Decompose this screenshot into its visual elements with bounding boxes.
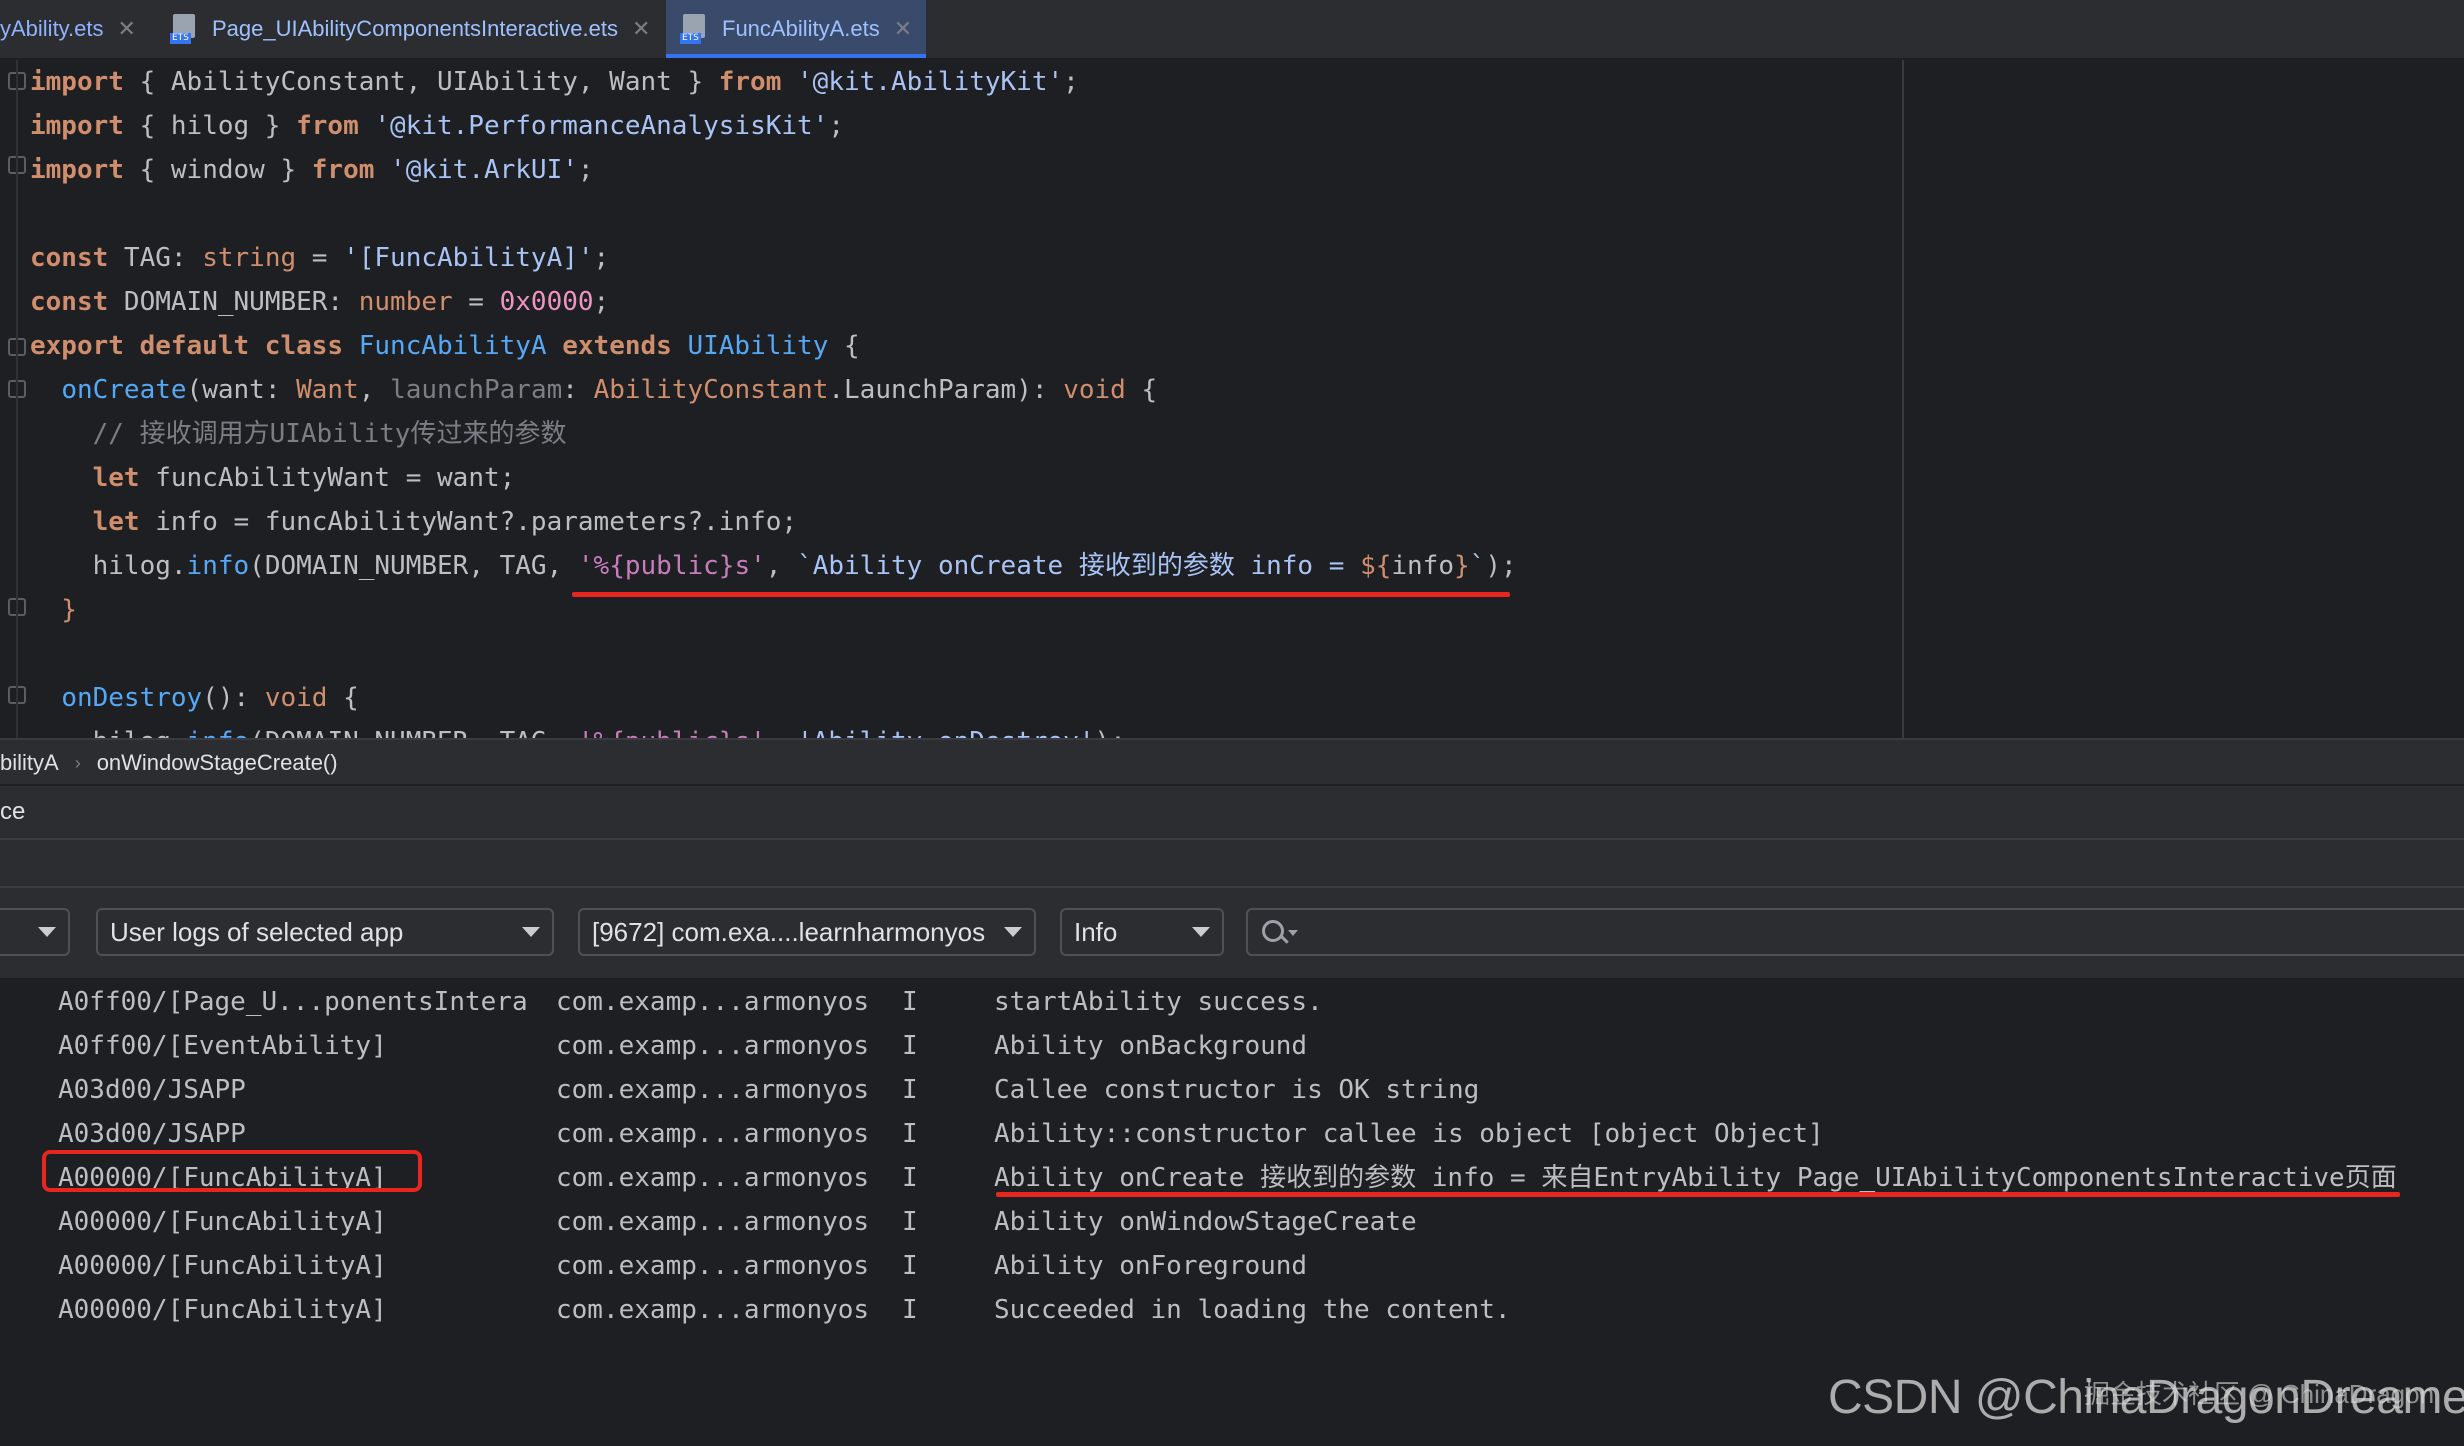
log-search-input[interactable] <box>1246 908 2464 956</box>
log-message: Ability::constructor callee is object [o… <box>994 1119 1824 1149</box>
close-icon[interactable]: ✕ <box>118 16 136 42</box>
editor-tab-bar: yAbility.ets ✕ ETS Page_UIAbilityCompone… <box>0 0 2464 60</box>
search-icon[interactable] <box>1262 920 1284 942</box>
code-line-5: const TAG: string = '[FuncAbilityA]'; <box>30 243 610 273</box>
gutter-divider <box>16 60 18 738</box>
chevron-down-icon <box>1192 927 1210 937</box>
chevron-down-icon <box>522 927 540 937</box>
log-level: I <box>902 1031 918 1061</box>
code-line-11: let info = funcAbilityWant?.parameters?.… <box>92 507 798 537</box>
code-line-13: } <box>30 595 77 625</box>
close-icon[interactable]: ✕ <box>632 16 650 42</box>
device-dropdown[interactable] <box>0 908 70 956</box>
log-tag: A0ff00/[Page_U...ponentsIntera <box>58 987 528 1017</box>
ets-file-icon: ETS <box>170 14 198 44</box>
close-icon[interactable]: ✕ <box>894 16 912 42</box>
code-line-7: export default class FuncAbilityA extend… <box>30 331 860 361</box>
log-message: startAbility success. <box>994 987 1323 1017</box>
log-filter-bar: User logs of selected app [9672] com.exa… <box>0 886 2464 980</box>
log-package: com.examp...armonyos <box>556 1295 870 1325</box>
tab-yability[interactable]: yAbility.ets ✕ <box>0 0 150 58</box>
log-package: com.examp...armonyos <box>556 1119 870 1149</box>
breadcrumb: bilityA › onWindowStageCreate() <box>0 738 2464 786</box>
log-tag: A00000/[FuncAbilityA] <box>58 1295 387 1325</box>
chevron-right-icon: › <box>74 752 81 773</box>
log-message: Succeeded in loading the content. <box>994 1295 1511 1325</box>
red-box-annotation <box>42 1150 422 1192</box>
log-level: I <box>902 1075 918 1105</box>
log-message: Ability onWindowStageCreate <box>994 1207 1417 1237</box>
log-message: Ability onForeground <box>994 1251 1308 1281</box>
code-line-9: // 接收调用方UIAbility传过来的参数 <box>30 419 567 449</box>
log-package: com.examp...armonyos <box>556 1031 870 1061</box>
code-line-1: import { AbilityConstant, UIAbility, Wan… <box>30 67 1079 97</box>
panel-toolbar-strip <box>0 838 2464 888</box>
tab-label: FuncAbilityA.ets <box>722 16 880 41</box>
log-level: I <box>902 987 918 1017</box>
log-source-dropdown[interactable]: User logs of selected app <box>96 908 554 956</box>
log-message: Callee constructor is OK string <box>994 1075 1480 1105</box>
code-editor[interactable]: import { AbilityConstant, UIAbility, Wan… <box>0 60 2464 738</box>
code-line-10: let funcAbilityWant = want; <box>92 463 516 493</box>
panel-title: ce <box>0 798 26 825</box>
log-package: com.examp...armonyos <box>556 1207 870 1237</box>
chevron-down-icon <box>38 927 56 937</box>
tab-page-uiability[interactable]: ETS Page_UIAbilityComponentsInteractive.… <box>170 0 660 58</box>
breadcrumb-class[interactable]: bilityA <box>0 750 59 776</box>
search-history-caret-icon[interactable] <box>1288 930 1298 936</box>
tab-funcabilitya[interactable]: ETS FuncAbilityA.ets ✕ <box>666 0 926 58</box>
juejin-watermark: 掘金技术社区 @ ChinaDragon <box>2084 1379 2435 1409</box>
right-margin-guide <box>1902 60 1904 738</box>
log-level: I <box>902 1295 918 1325</box>
code-line-16: hilog.info(DOMAIN_NUMBER, TAG, '%{public… <box>30 720 1126 738</box>
log-source-value: User logs of selected app <box>110 916 404 947</box>
log-level: I <box>902 1251 918 1281</box>
log-tag: A00000/[FuncAbilityA] <box>58 1207 387 1237</box>
log-level-dropdown[interactable]: Info <box>1060 908 1224 956</box>
log-tag: A00000/[FuncAbilityA] <box>58 1251 387 1281</box>
log-level: I <box>902 1207 918 1237</box>
ets-file-icon: ETS <box>680 14 708 44</box>
breadcrumb-method[interactable]: onWindowStageCreate() <box>97 750 338 776</box>
process-dropdown[interactable]: [9672] com.exa....learnharmonyos <box>578 908 1036 956</box>
tab-label: yAbility.ets <box>0 16 104 41</box>
chevron-down-icon <box>1004 927 1022 937</box>
log-tag: A03d00/JSAPP <box>58 1075 246 1105</box>
log-level-value: Info <box>1074 916 1118 947</box>
code-line-3: import { window } from '@kit.ArkUI'; <box>30 155 594 185</box>
code-line-6: const DOMAIN_NUMBER: number = 0x0000; <box>30 287 610 317</box>
red-underline-annotation <box>572 592 1510 597</box>
panel-header: ce <box>0 784 2464 838</box>
process-value: [9672] com.exa....learnharmonyos <box>592 916 986 947</box>
code-line-12: hilog.info(DOMAIN_NUMBER, TAG, '%{public… <box>30 551 1517 581</box>
log-package: com.examp...armonyos <box>556 1075 870 1105</box>
log-package: com.examp...armonyos <box>556 1251 870 1281</box>
log-package: com.examp...armonyos <box>556 1163 870 1193</box>
code-line-15: onDestroy(): void { <box>61 683 359 713</box>
tab-label: Page_UIAbilityComponentsInteractive.ets <box>212 16 618 41</box>
code-line-2: import { hilog } from '@kit.PerformanceA… <box>30 111 844 141</box>
log-level: I <box>902 1119 918 1149</box>
log-message: Ability onBackground <box>994 1031 1308 1061</box>
log-tag: A0ff00/[EventAbility] <box>58 1031 387 1061</box>
log-package: com.examp...armonyos <box>556 987 870 1017</box>
code-line-8: onCreate(want: Want, launchParam: Abilit… <box>61 375 1158 405</box>
log-level: I <box>902 1163 918 1193</box>
red-underline-annotation <box>996 1192 2400 1197</box>
